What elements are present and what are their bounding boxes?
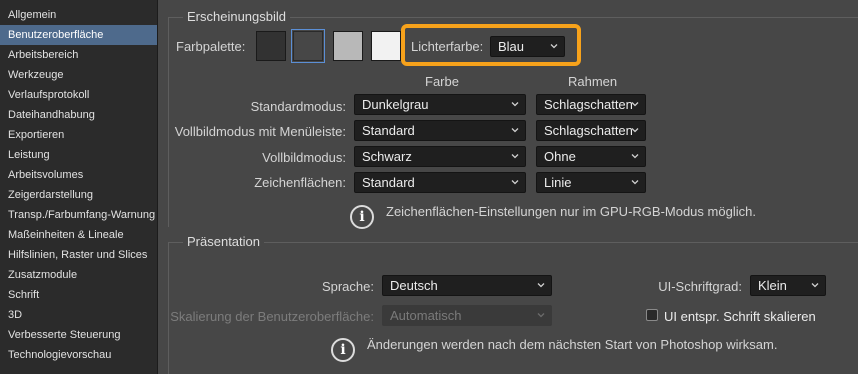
sidebar-item-technologievorschau[interactable]: Technologievorschau [0,345,157,365]
sidebar-item-zeigerdarstellung[interactable]: Zeigerdarstellung [0,185,157,205]
sidebar-item-schrift[interactable]: Schrift [0,285,157,305]
fullscreen-menu-border-value: Schlagschatten [544,123,633,138]
fullscreen-border-select[interactable]: Ohne [536,146,646,167]
sidebar-item-transparenz-farbumfang[interactable]: Transp./Farbumfang-Warnung [0,205,157,225]
language-select[interactable]: Deutsch [382,275,552,296]
fullscreen-menu-border-select[interactable]: Schlagschatten [536,120,646,141]
fullscreen-menu-color-value: Standard [362,123,415,138]
artboards-border-select[interactable]: Linie [536,172,646,193]
chevron-down-icon [550,44,558,49]
chevron-down-icon [511,180,519,185]
sidebar-item-allgemein[interactable]: Allgemein [0,5,157,25]
row-label-fullscreen-menu: Vollbildmodus mit Menüleiste: [174,124,346,139]
scale-with-font-checkbox[interactable] [646,309,658,321]
scale-with-font-label[interactable]: UI entspr. Schrift skalieren [664,309,816,324]
artboards-color-value: Standard [362,175,415,190]
row-label-standard-mode: Standardmodus: [250,99,346,114]
sidebar-item-leistung[interactable]: Leistung [0,145,157,165]
appearance-title: Erscheinungsbild [183,9,291,24]
info-icon: i [331,338,355,362]
preferences-sidebar: Allgemein Benutzeroberfläche Arbeitsbere… [0,0,158,374]
chevron-down-icon [631,102,639,107]
chevron-down-icon [631,180,639,185]
sidebar-item-masseinheiten[interactable]: Maßeinheiten & Lineale [0,225,157,245]
chevron-down-icon [537,283,545,288]
column-header-color: Farbe [425,74,459,89]
sidebar-item-werkzeuge[interactable]: Werkzeuge [0,65,157,85]
standard-mode-border-value: Schlagschatten [544,97,633,112]
row-label-artboards: Zeichenflächen: [254,175,346,190]
chevron-down-icon [511,154,519,159]
chevron-down-icon [631,128,639,133]
standard-mode-color-select[interactable]: Dunkelgrau [354,94,526,115]
restart-info-text: Änderungen werden nach dem nächsten Star… [367,337,778,352]
highlight-color-select[interactable]: Blau [490,36,565,57]
sidebar-item-verlaufsprotokoll[interactable]: Verlaufsprotokoll [0,85,157,105]
standard-mode-border-select[interactable]: Schlagschatten [536,94,646,115]
ui-font-size-value: Klein [758,278,787,293]
palette-label: Farbpalette: [176,39,246,54]
highlight-color-label: Lichterfarbe: [411,39,484,54]
sidebar-item-arbeitsvolumes[interactable]: Arbeitsvolumes [0,165,157,185]
artboards-color-select[interactable]: Standard [354,172,526,193]
chevron-down-icon [511,102,519,107]
sidebar-item-zusatzmodule[interactable]: Zusatzmodule [0,265,157,285]
ui-font-size-select[interactable]: Klein [750,275,826,296]
sidebar-item-benutzeroberflaeche[interactable]: Benutzeroberfläche [0,25,157,45]
sidebar-item-hilfslinien[interactable]: Hilfslinien, Raster und Slices [0,245,157,265]
standard-mode-color-value: Dunkelgrau [362,97,429,112]
ui-scaling-select[interactable]: Automatisch [382,305,552,326]
palette-swatch-medium-light[interactable] [333,31,363,61]
column-header-border: Rahmen [568,74,618,89]
ui-scaling-value: Automatisch [390,308,462,323]
chevron-down-icon [811,283,819,288]
sidebar-item-3d[interactable]: 3D [0,305,157,325]
sidebar-item-exportieren[interactable]: Exportieren [0,125,157,145]
chevron-down-icon [511,128,519,133]
palette-swatch-medium-dark[interactable] [291,29,325,63]
fullscreen-color-select[interactable]: Schwarz [354,146,526,167]
preferences-content: Erscheinungsbild Farbpalette: Lichterfar… [158,0,858,374]
info-icon: i [350,205,374,229]
chevron-down-icon [537,313,545,318]
palette-swatch-light[interactable] [371,31,401,61]
row-label-fullscreen: Vollbildmodus: [262,150,346,165]
highlight-color-value: Blau [498,39,525,54]
artboard-info-text: Zeichenflächen-Einstellungen nur im GPU-… [386,204,756,219]
sidebar-item-dateihandhabung[interactable]: Dateihandhabung [0,105,157,125]
fullscreen-menu-color-select[interactable]: Standard [354,120,526,141]
palette-swatch-dark[interactable] [256,31,286,61]
sidebar-item-verbesserte-steuerung[interactable]: Verbesserte Steuerung [0,325,157,345]
ui-scaling-label: Skalierung der Benutzeroberfläche: [170,309,374,324]
fullscreen-color-value: Schwarz [362,149,412,164]
presentation-title: Präsentation [183,234,264,249]
ui-font-size-label: UI-Schriftgrad: [658,279,742,294]
sidebar-item-arbeitsbereich[interactable]: Arbeitsbereich [0,45,157,65]
fullscreen-border-value: Ohne [544,149,576,164]
artboards-border-value: Linie [544,175,572,190]
chevron-down-icon [631,154,639,159]
language-value: Deutsch [390,278,438,293]
language-label: Sprache: [321,279,374,294]
